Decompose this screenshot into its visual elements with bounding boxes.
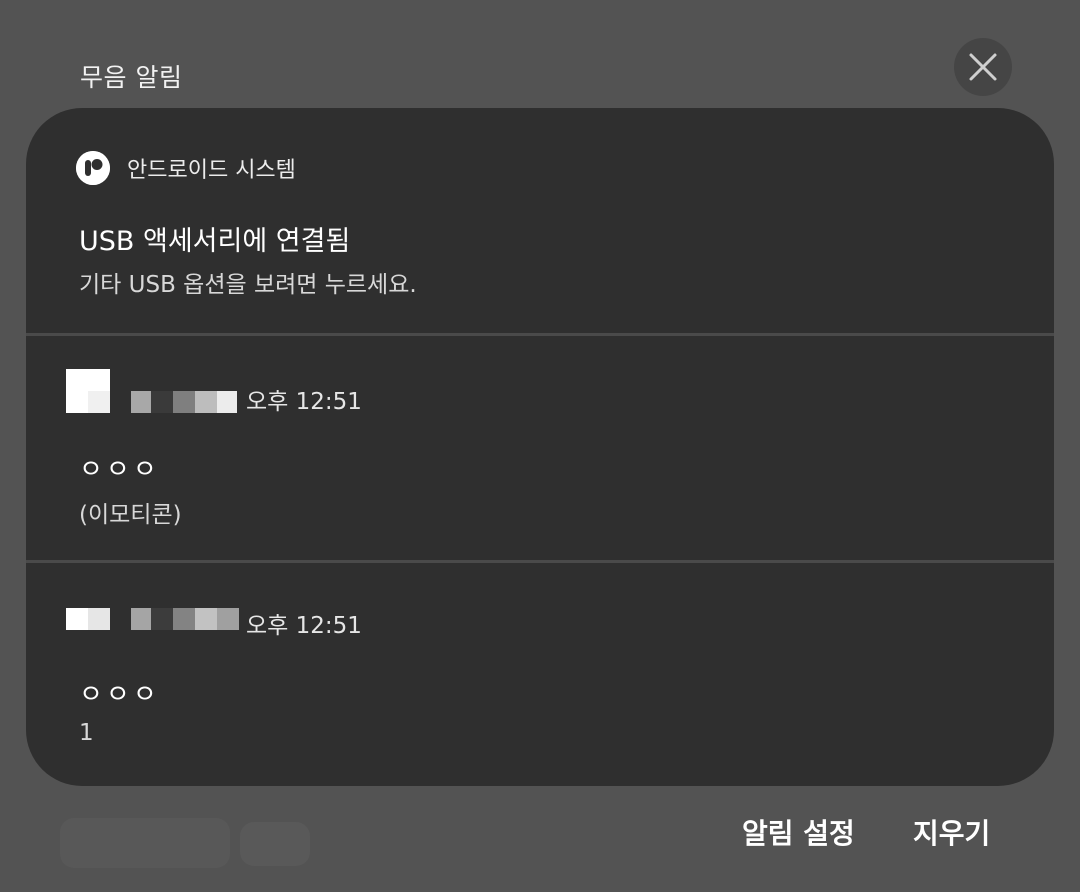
notification-title: ㅇㅇㅇ [79,455,160,485]
notification-title: ㅇㅇㅇ [79,680,160,710]
sender-name-blurred [131,391,237,413]
close-icon [969,53,997,81]
sender-name-blurred [131,608,239,630]
section-title: 무음 알림 [80,63,183,92]
notification-settings-button[interactable]: 알림 설정 [742,812,855,852]
notification-text: 기타 USB 옵션을 보려면 누르세요. [79,272,417,298]
clear-button[interactable]: 지우기 [913,812,990,852]
notification-text: (이모티콘) [79,502,182,528]
app-icon-blurred [66,369,110,413]
close-button[interactable] [954,38,1012,96]
notification-title: USB 액세서리에 연결됨 [79,226,351,257]
notification-usb[interactable]: 안드로이드 시스템 USB 액세서리에 연결됨 기타 USB 옵션을 보려면 누… [26,108,1054,334]
notification-time: 오후 12:51 [246,389,362,415]
background-blur [60,818,230,868]
notification-message[interactable]: 오후 12:51 ㅇㅇㅇ (이모티콘) [26,336,1054,560]
app-name: 안드로이드 시스템 [127,158,296,183]
app-icon-blurred [66,608,110,630]
silent-notifications-panel: 무음 알림 안드로이드 시스템 USB 액세서리에 연결됨 기타 USB 옵션을… [0,0,1080,892]
notification-time: 오후 12:51 [246,613,362,639]
android-system-icon [76,151,110,185]
notification-message[interactable]: 오후 12:51 ㅇㅇㅇ 1 [26,563,1054,786]
background-blur [240,822,310,866]
notification-card: 안드로이드 시스템 USB 액세서리에 연결됨 기타 USB 옵션을 보려면 누… [26,108,1054,786]
notification-text: 1 [79,720,94,746]
